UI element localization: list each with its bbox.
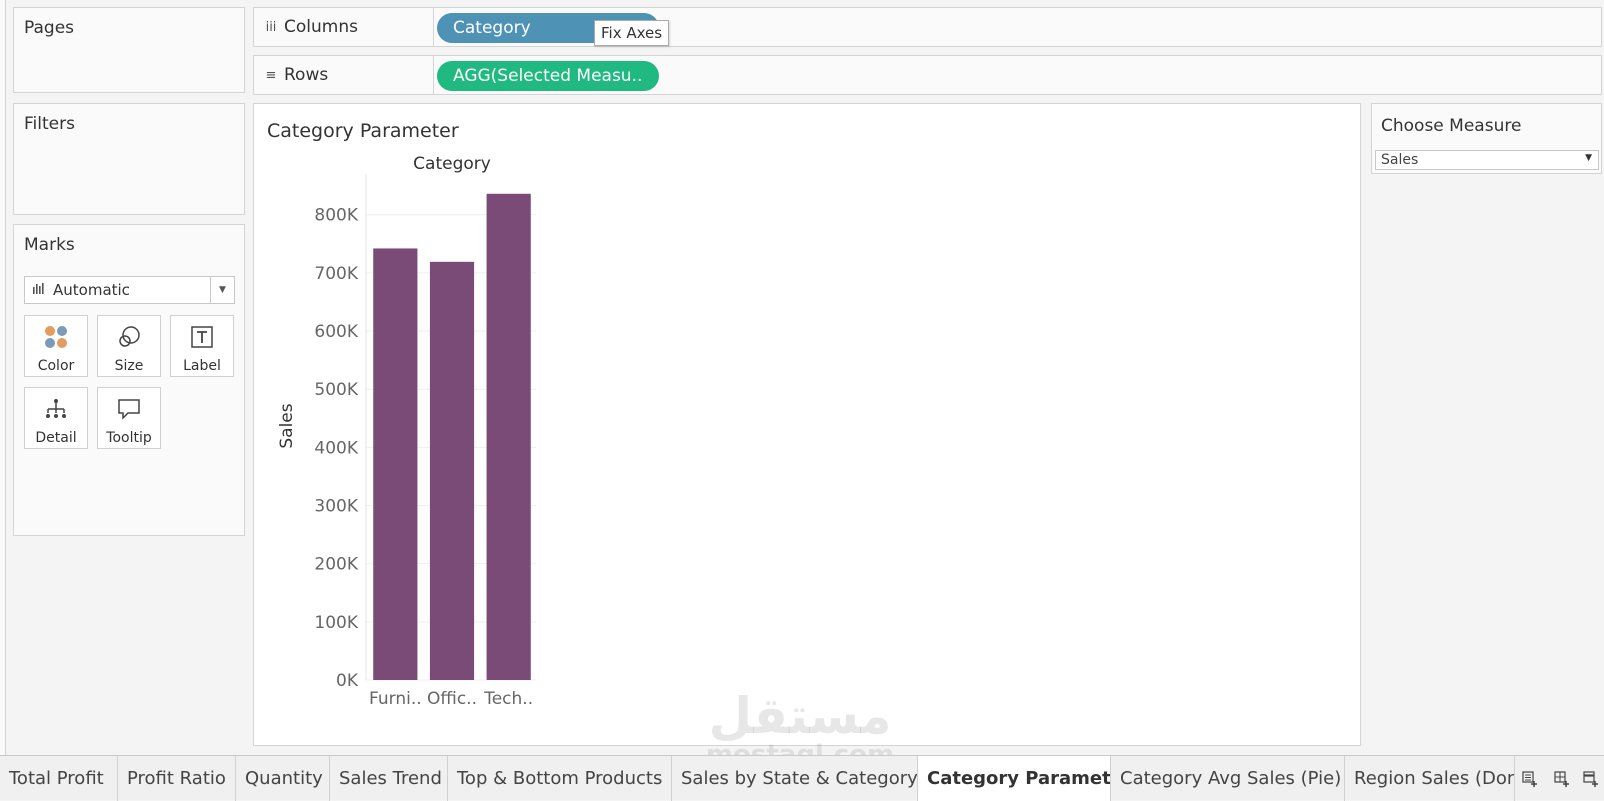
- size-label: Size: [114, 358, 144, 374]
- label-label: Label: [183, 358, 221, 374]
- rows-shelf[interactable]: ≡ Rows AGG(Selected Measu..: [253, 55, 1602, 95]
- x-tick-label: Tech..: [483, 689, 533, 709]
- tooltip-label: Tooltip: [106, 430, 152, 446]
- tab-category-parameter[interactable]: Category Parameter: [918, 756, 1111, 801]
- color-button[interactable]: Color: [24, 315, 88, 377]
- mark-type-dropdown[interactable]: Automatic ▼: [24, 276, 235, 304]
- x-tick-label: Offic..: [427, 689, 477, 709]
- new-story-icon[interactable]: [1576, 756, 1604, 801]
- y-tick-label: 400K: [314, 438, 358, 458]
- chevron-down-icon[interactable]: ▼: [1585, 153, 1592, 163]
- rows-icon: ≡: [265, 67, 277, 83]
- speech-bubble-icon: [98, 396, 160, 422]
- tab-profit-ratio[interactable]: Profit Ratio: [118, 756, 236, 801]
- new-dashboard-icon[interactable]: [1547, 756, 1577, 801]
- x-tick-label: Furni..: [369, 689, 422, 709]
- bar[interactable]: [429, 261, 475, 680]
- tab-top-bottom-products[interactable]: Top & Bottom Products: [448, 756, 672, 801]
- y-tick-label: 0K: [336, 671, 359, 691]
- y-tick-label: 600K: [314, 322, 358, 342]
- label-button[interactable]: Label: [170, 315, 234, 377]
- measure-select-value: Sales: [1381, 152, 1419, 168]
- pages-title: Pages: [24, 18, 75, 38]
- marks-title: Marks: [24, 235, 75, 255]
- columns-shelf-label: iii Columns: [254, 8, 434, 46]
- marks-card: Marks Automatic ▼ Color Size Label Detai…: [13, 224, 245, 536]
- detail-button[interactable]: Detail: [24, 387, 88, 449]
- parameter-title: Choose Measure: [1381, 116, 1522, 136]
- worksheet-view: Category Parameter 0K 100K 200K 300K 400K 500…: [253, 103, 1361, 746]
- tab-total-profit[interactable]: Total Profit: [0, 756, 118, 801]
- selected-measure-pill[interactable]: AGG(Selected Measu..: [437, 61, 659, 91]
- tab-sales-trend[interactable]: Sales Trend: [330, 756, 448, 801]
- y-tick-label: 500K: [314, 380, 358, 400]
- new-worksheet-icon[interactable]: [1515, 756, 1545, 801]
- size-button[interactable]: Size: [97, 315, 161, 377]
- tab-sales-by-state-category[interactable]: Sales by State & Category: [672, 756, 918, 801]
- y-tick-label: 100K: [314, 613, 358, 633]
- columns-shelf[interactable]: iii Columns Category: [253, 7, 1602, 47]
- detail-label: Detail: [35, 430, 77, 446]
- color-label: Color: [37, 358, 75, 374]
- pages-card[interactable]: Pages: [13, 7, 245, 93]
- y-axis-title: Sales: [277, 403, 297, 448]
- bar-chart-icon: [25, 283, 53, 297]
- filters-card[interactable]: Filters: [13, 103, 245, 215]
- tab-quantity[interactable]: Quantity: [236, 756, 330, 801]
- filters-title: Filters: [24, 114, 75, 134]
- y-tick-label: 800K: [314, 206, 358, 226]
- tab-category-avg-sales-pie[interactable]: Category Avg Sales (Pie): [1111, 756, 1345, 801]
- detail-hierarchy-icon: [25, 396, 87, 422]
- column-header: Category: [413, 154, 491, 174]
- size-icon: [98, 324, 160, 350]
- rows-shelf-label: ≡ Rows: [254, 56, 434, 94]
- measure-select[interactable]: Sales ▼: [1375, 150, 1599, 170]
- text-label-icon: [171, 324, 233, 350]
- sheet-tabs: Total Profit Profit Ratio Quantity Sales…: [0, 755, 1604, 801]
- mark-type-value: Automatic: [53, 281, 130, 299]
- chevron-down-icon[interactable]: ▼: [210, 277, 234, 303]
- columns-label-text: Columns: [284, 17, 358, 37]
- columns-icon: iii: [265, 19, 277, 35]
- bar[interactable]: [373, 248, 418, 680]
- y-tick-label: 700K: [314, 264, 358, 284]
- left-edge-strip: [0, 0, 6, 755]
- y-tick-label: 200K: [314, 555, 358, 575]
- y-tick-label: 300K: [314, 497, 358, 517]
- tooltip-button[interactable]: Tooltip: [97, 387, 161, 449]
- fix-axes-tooltip: Fix Axes: [594, 20, 670, 46]
- bar[interactable]: [486, 193, 531, 680]
- rows-label-text: Rows: [284, 65, 329, 85]
- color-dots-icon: [25, 324, 87, 350]
- choose-measure-parameter: Choose Measure Sales ▼: [1371, 103, 1602, 174]
- tab-region-sales-donut[interactable]: Region Sales (Donu: [1345, 756, 1515, 801]
- bar-chart: 0K 100K 200K 300K 400K 500K 600K 700K 800K Furni.…: [277, 154, 536, 709]
